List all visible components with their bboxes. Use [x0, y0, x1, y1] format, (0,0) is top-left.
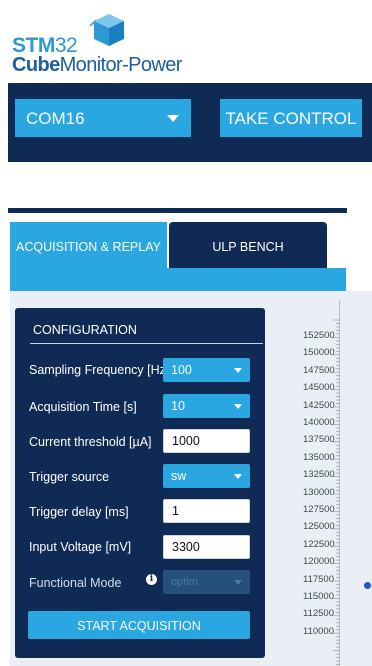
y-axis-tick-label: 135000: [303, 451, 335, 463]
connection-bar: COM16 TAKE CONTROL: [8, 83, 372, 162]
sampling-frequency-value: 100: [171, 363, 192, 377]
trigger-source-label: Trigger source: [29, 470, 110, 484]
functional-mode-value: optim: [171, 576, 198, 588]
active-tab-bar: [10, 268, 346, 291]
trigger-delay-label: Trigger delay [ms]: [29, 505, 129, 519]
functional-mode-label: Functional Mode: [29, 576, 122, 590]
y-axis-tick-label: 132500: [303, 469, 335, 481]
chevron-down-icon: [234, 404, 242, 409]
com-port-select[interactable]: COM16: [15, 99, 191, 137]
tab-acquisition-replay[interactable]: ACQUISITION & REPLAY: [10, 222, 167, 270]
y-axis-tick-label: 150000: [303, 347, 335, 359]
y-axis-tick-label: 122500: [303, 538, 335, 550]
cube-logo-icon: [89, 14, 124, 46]
sampling-frequency-select[interactable]: 100: [163, 358, 250, 382]
y-axis-tick-label: 117500: [303, 573, 334, 585]
trigger-source-value: sw: [171, 469, 187, 483]
chevron-down-icon: [167, 115, 179, 122]
current-threshold-label: Current threshold [µA]: [29, 435, 152, 449]
y-axis-tick-label: 127500: [303, 504, 335, 515]
info-icon[interactable]: i: [146, 574, 157, 585]
y-axis-tick-label: 137500: [303, 434, 335, 446]
tab-ulp-bench[interactable]: ULP BENCH: [169, 222, 327, 268]
acquisition-time-label: Acquisition Time [s]: [29, 400, 137, 414]
y-axis-tick-label: 110000: [303, 625, 334, 637]
y-axis-tick-label: 147500: [303, 364, 335, 376]
logo: STM32 CubeMonitor-Power: [12, 8, 212, 80]
y-axis-tick-label: 140000: [303, 417, 335, 428]
input-voltage-input[interactable]: 3300: [163, 535, 250, 559]
y-axis-tick-label: 142500: [303, 399, 335, 411]
y-axis-tick-label: 112500: [303, 608, 334, 620]
chevron-down-icon: [234, 474, 242, 479]
current-threshold-input[interactable]: 1000: [163, 429, 250, 453]
configuration-panel: CONFIGURATION Sampling Frequency [Hz] 10…: [15, 308, 265, 658]
chevron-down-icon: [234, 580, 242, 585]
trigger-source-select[interactable]: sw: [163, 464, 250, 488]
start-acquisition-button[interactable]: START ACQUISITION: [28, 611, 250, 639]
divider: [30, 343, 263, 344]
tabs-top-border: [8, 208, 347, 213]
trigger-delay-input[interactable]: 1: [163, 499, 250, 523]
logo-product-name: CubeMonitor-Power: [12, 54, 182, 76]
acquisition-time-select[interactable]: 10: [163, 394, 250, 418]
chevron-down-icon: [234, 368, 242, 373]
y-axis: 152500 150000 147500 145000 142500 140000 1375…: [276, 300, 372, 666]
y-axis-tick-label: 125000: [303, 521, 335, 533]
com-port-value: COM16: [26, 109, 85, 128]
input-voltage-label: Input Voltage [mV]: [29, 540, 132, 554]
data-point-marker: [364, 582, 371, 589]
acquisition-time-value: 10: [171, 399, 185, 413]
sampling-frequency-label: Sampling Frequency [Hz]: [29, 363, 170, 377]
take-control-button[interactable]: TAKE CONTROL: [220, 99, 362, 137]
y-axis-tick-label: 130000: [303, 486, 335, 498]
y-axis-tick-label: 152500: [303, 330, 335, 341]
functional-mode-select: optim: [163, 570, 250, 594]
y-axis-tick-label: 115000: [303, 591, 334, 602]
app-root: STM32 CubeMonitor-Power COM16 TAKE CONTR…: [0, 0, 372, 666]
configuration-title: CONFIGURATION: [33, 323, 137, 337]
y-axis-ticks: [333, 319, 340, 665]
y-axis-tick-label: 120000: [303, 556, 335, 568]
y-axis-tick-label: 145000: [303, 382, 335, 394]
